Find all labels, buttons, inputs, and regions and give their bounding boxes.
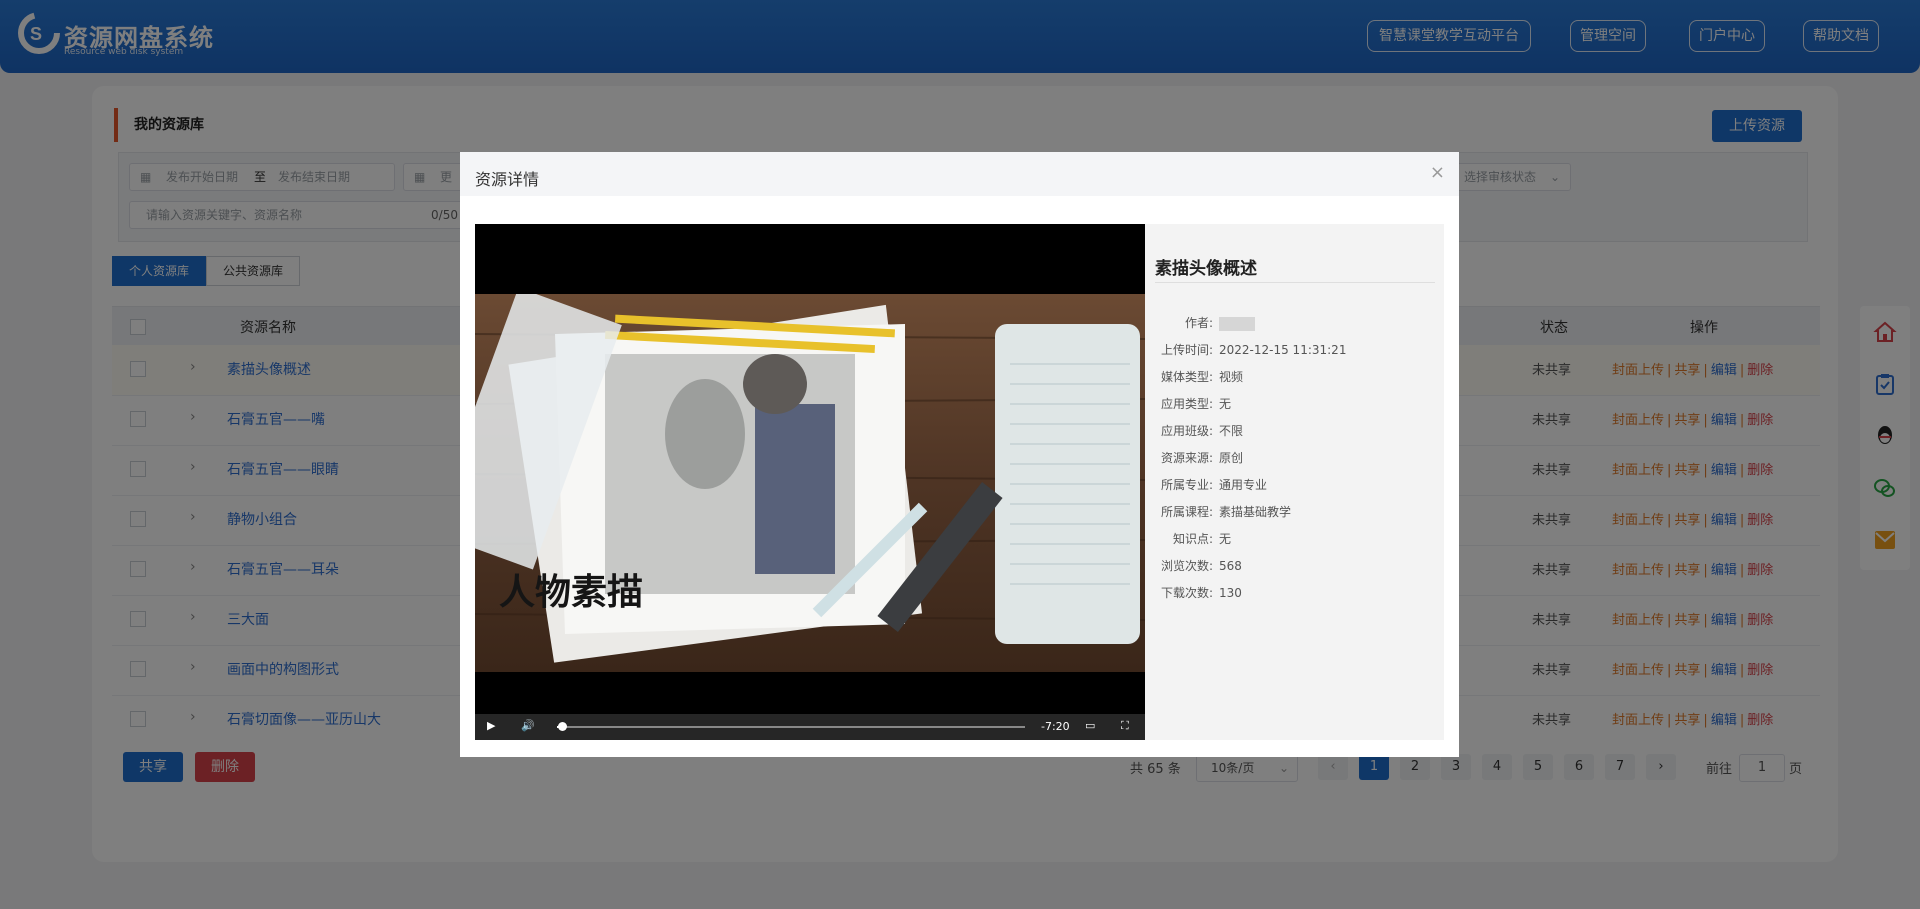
progress-knob[interactable] <box>557 722 567 731</box>
resource-info-panel: 素描头像概述 作者: 上传时间: 2022-12-15 11:31:21 媒体类型… <box>1145 224 1444 740</box>
video-thumbnail: 人物素描 <box>475 294 1145 672</box>
field-major: 所属专业: 通用专业 <box>1160 478 1268 492</box>
divider <box>1155 282 1435 283</box>
field-course: 所属课程: 素描基础教学 <box>1160 505 1292 519</box>
field-app-type: 应用类型: 无 <box>1160 397 1232 411</box>
fullscreen-icon[interactable]: ⛶ <box>1121 719 1129 733</box>
video-controls: ▶ 🔊 -7:20 ▭ ⛶ <box>475 714 1145 740</box>
volume-icon[interactable]: 🔊 <box>521 719 535 732</box>
field-author: 作者: <box>1155 314 1255 331</box>
resource-detail-modal: 资源详情 × 人物素描 ▶ 🔊 -7:20 ▭ ⛶ 素描头像概述 作者: 上传时… <box>460 152 1459 757</box>
progress-bar[interactable] <box>557 722 1025 731</box>
close-icon[interactable]: × <box>1430 162 1445 183</box>
field-knowledge-point: 知识点: 无 <box>1172 532 1232 546</box>
modal-title: 资源详情 <box>475 170 540 189</box>
video-player[interactable]: 人物素描 ▶ 🔊 -7:20 ▭ ⛶ <box>475 224 1145 740</box>
resource-title: 素描头像概述 <box>1155 259 1257 279</box>
modal-header: 资源详情 × <box>460 152 1459 196</box>
field-downloads: 下载次数: 130 <box>1160 586 1242 600</box>
play-icon[interactable]: ▶ <box>487 719 495 732</box>
modal-body: 人物素描 ▶ 🔊 -7:20 ▭ ⛶ 素描头像概述 作者: 上传时间: 2022… <box>475 224 1444 740</box>
field-source: 资源来源: 原创 <box>1160 451 1244 465</box>
field-app-class: 应用班级: 不限 <box>1160 424 1244 438</box>
field-label: 作者: <box>1184 316 1213 330</box>
video-overlay-text: 人物素描 <box>499 572 643 613</box>
picture-in-picture-icon[interactable]: ▭ <box>1085 719 1095 732</box>
redacted-block <box>1219 316 1255 331</box>
time-remaining: -7:20 <box>1041 720 1070 733</box>
field-upload-time: 上传时间: 2022-12-15 11:31:21 <box>1160 343 1347 357</box>
author-value <box>1219 316 1255 331</box>
field-media-type: 媒体类型: 视频 <box>1160 370 1244 384</box>
field-views: 浏览次数: 568 <box>1160 559 1242 573</box>
